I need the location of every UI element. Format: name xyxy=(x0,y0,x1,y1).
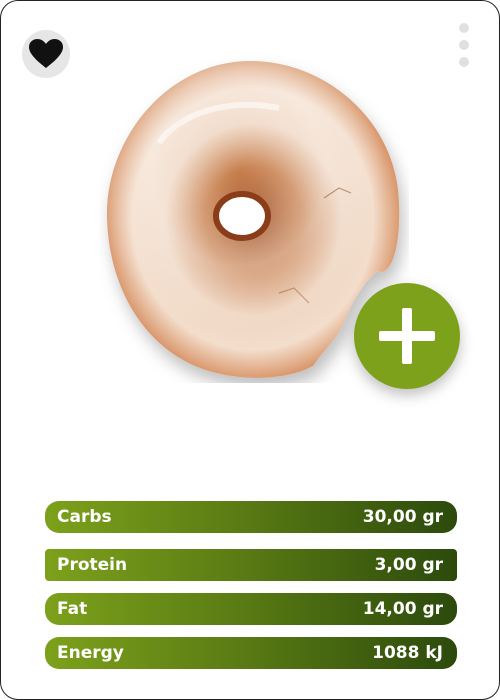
nutrition-row-energy: Energy 1088 kJ xyxy=(45,637,457,669)
add-button[interactable] xyxy=(354,283,460,389)
nutrition-label: Protein xyxy=(57,555,128,575)
nutrition-row-protein: Protein 3,00 gr xyxy=(45,549,457,581)
nutrition-value: 1088 kJ xyxy=(372,643,443,663)
plus-icon xyxy=(379,308,435,364)
nutrition-label: Energy xyxy=(57,643,124,663)
more-options-button[interactable] xyxy=(455,21,473,69)
nutrition-label: Fat xyxy=(57,599,88,619)
nutrition-row-fat: Fat 14,00 gr xyxy=(45,593,457,625)
heart-icon xyxy=(29,39,63,68)
nutrition-row-carbs: Carbs 30,00 gr xyxy=(45,501,457,533)
nutrition-label: Carbs xyxy=(57,507,112,527)
favorite-button[interactable] xyxy=(22,30,70,78)
food-card: Carbs 30,00 gr Protein 3,00 gr Fat 14,00… xyxy=(0,0,500,700)
nutrition-value: 30,00 gr xyxy=(362,507,443,527)
more-vertical-icon xyxy=(459,23,469,33)
menu-dot xyxy=(459,40,469,50)
nutrition-value: 3,00 gr xyxy=(374,555,443,575)
menu-dot xyxy=(459,57,469,67)
nutrition-value: 14,00 gr xyxy=(362,599,443,619)
